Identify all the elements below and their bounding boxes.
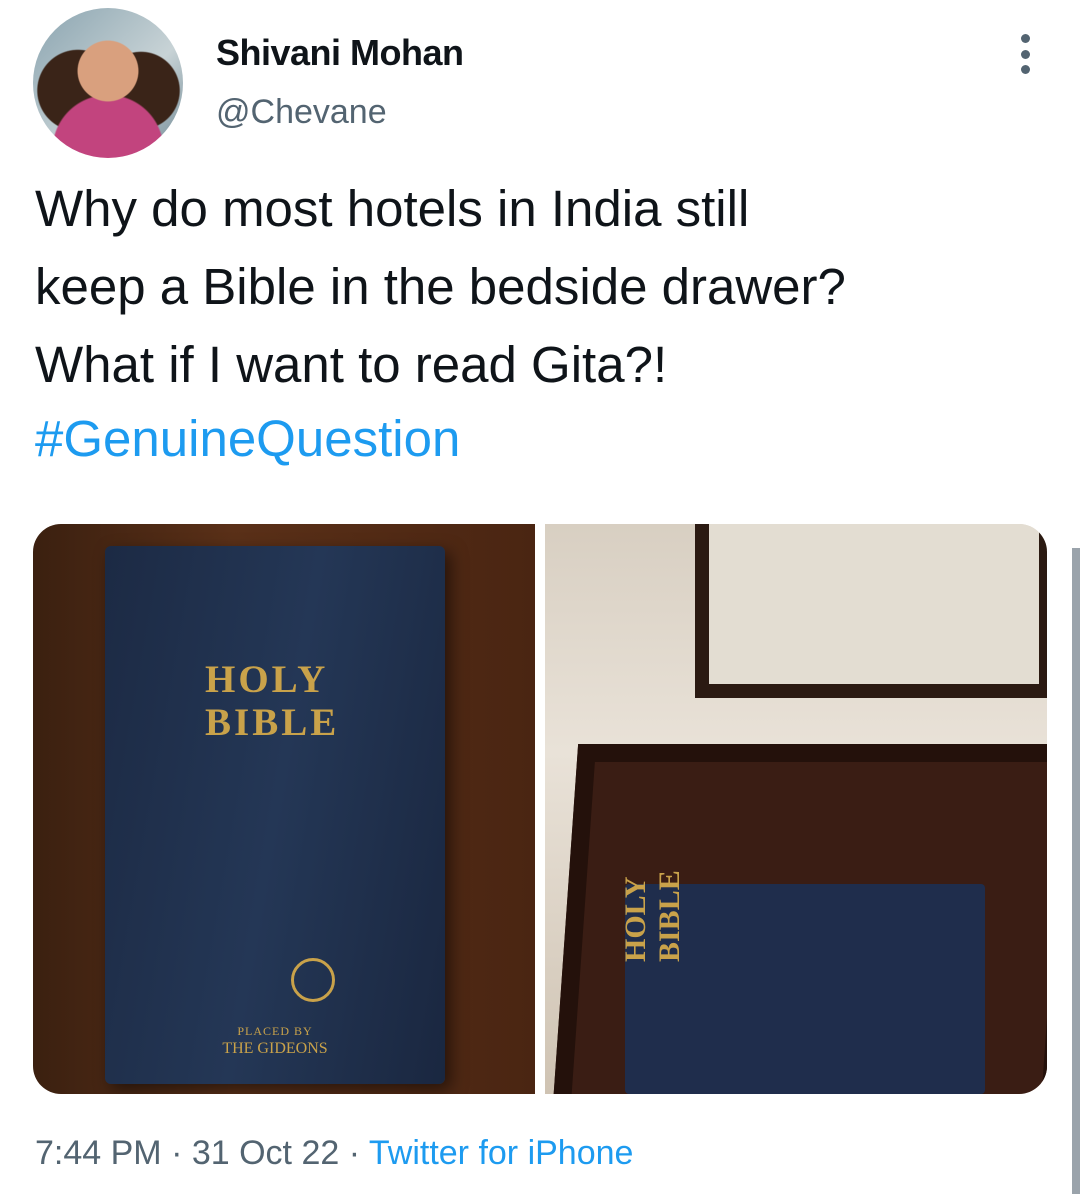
hashtag-link[interactable]: #GenuineQuestion: [35, 404, 460, 474]
author-handle[interactable]: @Chevane: [216, 93, 387, 132]
tweet-text: Why do most hotels in India still keep a…: [35, 180, 846, 393]
tweet-date[interactable]: 31 Oct 22: [192, 1134, 339, 1172]
meta-separator: ·: [161, 1134, 192, 1172]
media-photo-2[interactable]: HOLY BIBLE: [545, 524, 1047, 1094]
tweet-meta: 7:44 PM · 31 Oct 22 · Twitter for iPhone: [35, 1134, 633, 1173]
gideons-emblem-icon: [291, 958, 335, 1002]
meta-separator-2: ·: [339, 1134, 369, 1172]
bible-cover-title: HOLY BIBLE: [205, 658, 340, 744]
bible-in-drawer-title: HOLY BIBLE: [619, 870, 686, 962]
scrollbar[interactable]: [1072, 548, 1080, 1194]
tweet-source-link[interactable]: Twitter for iPhone: [369, 1134, 634, 1172]
media-photo-1[interactable]: HOLY BIBLE PLACED BY THE GIDEONS: [33, 524, 535, 1094]
tweet-time[interactable]: 7:44 PM: [35, 1134, 162, 1172]
bible-book: HOLY BIBLE PLACED BY THE GIDEONS: [105, 546, 445, 1084]
placed-by-text: PLACED BY: [237, 1024, 313, 1038]
more-vertical-icon[interactable]: [1014, 34, 1036, 74]
author-name[interactable]: Shivani Mohan: [216, 32, 464, 74]
chair: [695, 524, 1047, 698]
avatar[interactable]: [33, 8, 183, 158]
gideons-text: THE GIDEONS: [222, 1040, 328, 1057]
tweet-media[interactable]: HOLY BIBLE PLACED BY THE GIDEONS HOLY BI…: [33, 524, 1047, 1094]
